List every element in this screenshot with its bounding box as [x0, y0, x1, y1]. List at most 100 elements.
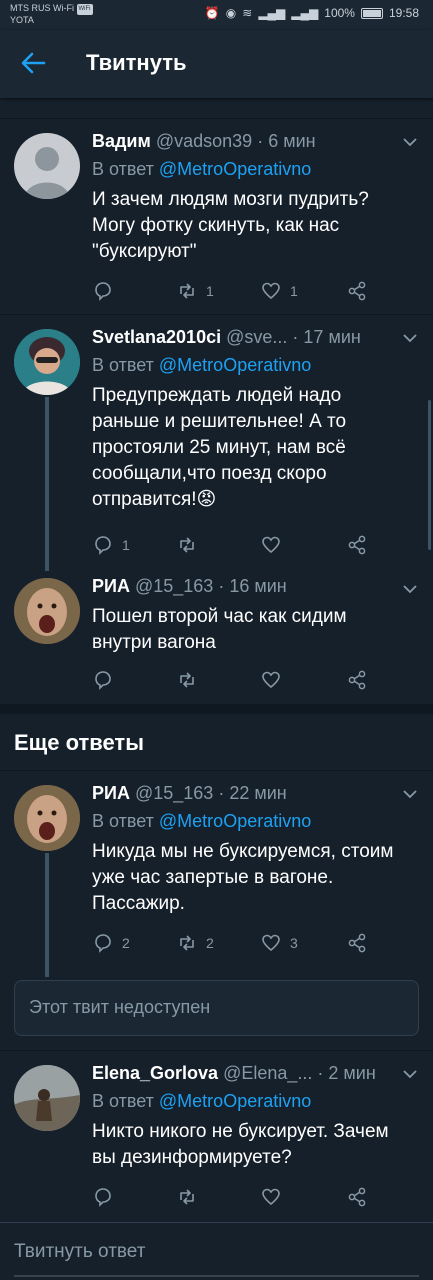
tweet-actions [92, 668, 382, 692]
share-button[interactable] [346, 931, 368, 955]
more-replies-heading: Еще ответы [14, 730, 144, 755]
battery-percent: 100% [324, 6, 355, 20]
retweet-icon [180, 1189, 194, 1205]
tweet-text: Никто никого не буксирует. Зачем вы дези… [92, 1121, 389, 1168]
input-underline [14, 1275, 419, 1277]
reply-prefix: В ответ [92, 355, 154, 375]
tweet-card[interactable]: Elena_Gorlova @Elena_... · 2 мин В ответ… [0, 1050, 433, 1222]
author-handle: @sve... [226, 327, 288, 347]
reply-button[interactable] [92, 279, 122, 303]
share-button[interactable] [346, 1185, 368, 1209]
reply-icon [95, 282, 111, 301]
tweet-header: Svetlana2010ci @sve... · 17 мин [92, 327, 393, 348]
reply-prefix: В ответ [92, 1091, 154, 1111]
reply-to-handle[interactable]: @MetroOperativno [159, 811, 311, 831]
avatar[interactable] [14, 133, 80, 199]
tweet-time: · 16 мин [218, 576, 287, 596]
author-handle: @15_163 [134, 783, 214, 803]
reply-prefix: В ответ [92, 159, 154, 179]
like-button[interactable] [260, 1185, 290, 1209]
like-count: 3 [290, 935, 298, 951]
like-button[interactable]: 1 [260, 279, 298, 303]
retweet-button[interactable]: 2 [176, 931, 214, 955]
tweet-time: · 6 мин [257, 131, 316, 151]
reply-to-line: В ответ @MetroOperativno [92, 811, 311, 832]
tweet-card[interactable]: Вадим @vadson39 · 6 мин В ответ @MetroOp… [0, 118, 433, 314]
heart-icon [262, 671, 280, 689]
carrier-line2: YOTA [10, 15, 34, 25]
reply-icon [95, 934, 111, 953]
tweet-actions [92, 1185, 382, 1209]
retweet-icon [180, 935, 194, 951]
tweet-card[interactable]: Svetlana2010ci @sve... · 17 мин В ответ … [0, 314, 433, 571]
reply-to-line: В ответ @MetroOperativno [92, 159, 311, 180]
author-name[interactable]: Elena_Gorlova [92, 1063, 218, 1083]
thread-line [45, 397, 49, 571]
default-avatar-icon [24, 147, 70, 199]
compose-reply-bar[interactable]: Твитнуть ответ [0, 1222, 433, 1280]
signal-icon: ▂▄▆ [258, 6, 286, 20]
reply-to-line: В ответ @MetroOperativno [92, 1091, 311, 1112]
like-button[interactable] [260, 668, 290, 692]
share-button[interactable] [346, 668, 368, 692]
tweet-card[interactable]: РИА @15_163 · 16 мин Пошел второй час ка… [0, 570, 433, 704]
carrier-info: MTS RUS Wi-Fi WiFi YOTA [10, 3, 93, 26]
avatar[interactable] [14, 329, 80, 395]
user-photo [14, 578, 80, 644]
tweet-card[interactable]: РИА @15_163 · 22 мин В ответ @MetroOpera… [0, 770, 433, 977]
retweet-button[interactable] [176, 668, 206, 692]
tweet-text: Предупреждать людей надо раньше и решите… [92, 385, 347, 510]
author-handle: @Elena_... [223, 1063, 313, 1083]
battery-icon [360, 7, 383, 19]
chevron-down-icon[interactable] [403, 584, 417, 594]
user-photo [14, 329, 80, 395]
status-icons: ⏰ ◉ ≋ ▂▄▆ ▂▄▆ 100% 19:58 [205, 6, 419, 20]
reply-input[interactable]: Твитнуть ответ [14, 1241, 145, 1263]
retweet-button[interactable] [176, 533, 206, 557]
like-button[interactable] [260, 533, 290, 557]
tweet-header: РИА @15_163 · 16 мин [92, 576, 393, 597]
tweet-time: · 2 мин [317, 1063, 376, 1083]
author-name[interactable]: РИА [92, 783, 130, 803]
page-title: Твитнуть [86, 50, 187, 75]
reply-button[interactable] [92, 1185, 122, 1209]
avatar[interactable] [14, 1065, 80, 1131]
reply-button[interactable]: 1 [92, 533, 130, 557]
share-button[interactable] [346, 279, 368, 303]
tweet-text: Никуда мы не буксируемся, стоим уже час … [92, 841, 394, 914]
reply-to-handle[interactable]: @MetroOperativno [159, 159, 311, 179]
user-photo [14, 1065, 80, 1131]
share-icon [348, 1187, 366, 1207]
author-name[interactable]: Вадим [92, 131, 151, 151]
eye-icon: ◉ [225, 6, 237, 20]
scrollbar[interactable] [428, 400, 431, 550]
share-button[interactable] [346, 533, 368, 557]
reply-button[interactable] [92, 668, 122, 692]
retweet-icon [180, 537, 194, 553]
like-button[interactable]: 3 [260, 931, 298, 955]
author-name[interactable]: РИА [92, 576, 130, 596]
retweet-count: 1 [206, 283, 214, 299]
tweet-text: И зачем людям мозги пудрить? Могу фотку … [92, 189, 369, 262]
back-arrow-icon[interactable] [18, 48, 48, 78]
reply-button[interactable]: 2 [92, 931, 130, 955]
chevron-down-icon[interactable] [403, 333, 417, 343]
retweet-button[interactable]: 1 [176, 279, 214, 303]
tweet-time: · 22 мин [218, 783, 287, 803]
avatar[interactable] [14, 785, 80, 851]
retweet-button[interactable] [176, 1185, 206, 1209]
reply-to-handle[interactable]: @MetroOperativno [159, 355, 311, 375]
author-name[interactable]: Svetlana2010ci [92, 327, 221, 347]
tweet-text: Пошел второй час как сидим внутри вагона [92, 606, 347, 653]
tweet-header: Elena_Gorlova @Elena_... · 2 мин [92, 1063, 393, 1084]
avatar[interactable] [14, 578, 80, 644]
chevron-down-icon[interactable] [403, 789, 417, 799]
author-handle: @vadson39 [155, 131, 253, 151]
author-handle: @15_163 [134, 576, 214, 596]
reply-to-handle[interactable]: @MetroOperativno [159, 1091, 311, 1111]
section-divider [0, 704, 433, 714]
retweet-count: 2 [206, 935, 214, 951]
chevron-down-icon[interactable] [403, 137, 417, 147]
heart-icon [262, 536, 280, 554]
chevron-down-icon[interactable] [403, 1069, 417, 1079]
